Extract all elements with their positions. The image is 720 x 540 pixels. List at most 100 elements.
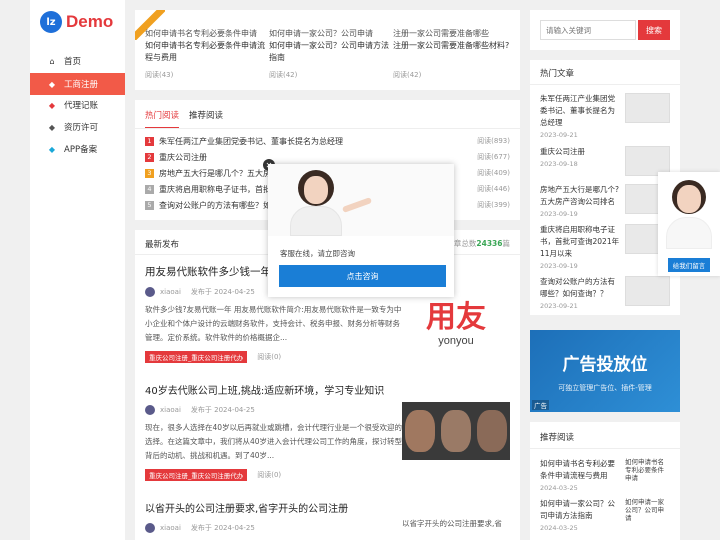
author[interactable]: xiaoai (160, 406, 181, 414)
hot-item[interactable]: 1 朱军任两江产业集团党委书记、董事长提名为总经理 阅读(893) (145, 133, 510, 149)
nav-item-bookkeeping[interactable]: ◆ 代理记账 (30, 94, 125, 116)
face-image (477, 410, 507, 452)
chat-popup: ✕ 客服在线，请立即咨询 点击咨询 (263, 159, 454, 297)
nav-item-app-filing[interactable]: ◆ APP备案 (30, 138, 125, 160)
site-logo[interactable]: lz Demo (40, 10, 113, 34)
rank-badge: 1 (145, 136, 154, 146)
search-button[interactable]: 搜索 (638, 20, 670, 40)
popular-item-thumb[interactable] (625, 93, 670, 123)
article-tag[interactable]: 重庆公司注册_重庆公司注册代办 (145, 469, 248, 481)
leave-message-button[interactable]: 给我们留言 (668, 258, 710, 272)
popular-item-title[interactable]: 查询对公账户的方法有哪些？如何查询？？ (540, 276, 620, 300)
card-title[interactable]: 如何申请一家公司？公司申请方法指南 (269, 40, 389, 64)
article-excerpt: 现在，很多人选择在40岁以后再就业或跳槽，会计代理行业是一个很受欢迎的选择。在这… (145, 423, 403, 460)
avatar (145, 405, 155, 415)
nav-label: 工商注册 (64, 80, 99, 90)
recommend-item-title[interactable]: 如何申请书名专利必要条件申请流程与费用 (540, 458, 620, 482)
search-panel: 搜索 (530, 10, 680, 50)
search-input[interactable] (540, 20, 636, 40)
article-item[interactable]: 以省开头的公司注册要求,省字开头的公司注册 xiaoai 发布于 2024-04-… (145, 500, 405, 533)
card-reads: 阅读(43) (145, 71, 174, 79)
author[interactable]: xiaoai (160, 288, 181, 296)
hot-item-reads: 阅读(399) (477, 201, 510, 209)
recommend-item-thumb[interactable]: 如何申请书名专利必要条件申请 (625, 458, 670, 484)
yonyou-logo-en: yonyou (438, 335, 474, 347)
article-title[interactable]: 以省开头的公司注册要求,省字开头的公司注册 (145, 500, 405, 515)
article-meta: xiaoai 发布于 2024-04-25 (145, 405, 405, 415)
article-thumbnail[interactable] (402, 402, 510, 460)
avatar (145, 287, 155, 297)
card[interactable]: 如何申请书名专利必要条件申请 如何申请书名专利必要条件申请流程与费用 阅读(43… (145, 28, 265, 80)
logo-text: Demo (66, 12, 114, 31)
article-count: 文章总数24336篇 (446, 238, 510, 249)
nav-label: 首页 (64, 57, 82, 67)
tag-icon: ◆ (48, 100, 56, 110)
popular-item[interactable]: 重庆公司注册 2023-09-18 (540, 146, 670, 176)
article-thumbnail[interactable]: 用友 yonyou (402, 292, 510, 356)
latest-title: 最新发布 (145, 240, 180, 250)
rank-badge: 3 (145, 168, 154, 178)
article-tag[interactable]: 重庆公司注册_重庆公司注册代办 (145, 351, 248, 363)
recommend-item[interactable]: 如何申请书名专利必要条件申请流程与费用 2024-03-25 如何申请书名专利必要条… (540, 458, 670, 492)
tag-icon: ◆ (48, 79, 56, 89)
hot-item-reads: 阅读(677) (477, 153, 510, 161)
sidebar: lz Demo ⌂ 首页 ◆ 工商注册 ◆ 代理记账 ◆ 资历许可 ◆ APP备案 (30, 0, 125, 540)
popular-item-title[interactable]: 房地产五大行是哪几个?五大房产咨询公司排名 (540, 184, 620, 208)
author[interactable]: xiaoai (160, 524, 181, 532)
popular-item-title[interactable]: 重庆公司注册 (540, 146, 620, 158)
article-reads: 阅读(0) (257, 353, 282, 361)
card-reads: 阅读(42) (393, 71, 422, 79)
avatar (145, 523, 155, 533)
article-reads: 阅读(0) (257, 471, 282, 479)
card-title[interactable]: 如何申请书名专利必要条件申请流程与费用 (145, 40, 265, 64)
tab-hot[interactable]: 热门阅读 (145, 109, 180, 129)
nav-label: 代理记账 (64, 101, 99, 111)
ad-banner[interactable]: 广告投放位 可独立管理广告位、插件-管理 广告 (530, 330, 680, 412)
card[interactable]: 注册一家公司需要准备哪些 注册一家公司需要准备哪些材料? 阅读(42) (393, 28, 513, 80)
popular-item-thumb[interactable] (625, 276, 670, 306)
popular-item[interactable]: 查询对公账户的方法有哪些？如何查询？？ 2023-09-21 (540, 276, 670, 310)
article-excerpt: 软件多少钱?友易代账一年 用友易代账软件简介:用友易代账软件是一致专为中小企业和… (145, 305, 402, 342)
publish-date: 发布于 2024-04-25 (190, 288, 255, 296)
article-thumbnail[interactable]: 以省字开头的公司注册要求,省 (402, 518, 510, 540)
nav-label: APP备案 (64, 145, 98, 155)
nav-item-license[interactable]: ◆ 资历许可 (30, 116, 125, 138)
nav-label: 资历许可 (64, 123, 99, 133)
card-cover: 注册一家公司需要准备哪些 (393, 29, 489, 38)
article-title[interactable]: 40岁去代账公司上班,挑战:适应新环境，学习专业知识 (145, 382, 405, 397)
card-cover: 如何申请一家公司？公司申请 (269, 29, 373, 38)
logo-badge: lz (40, 11, 62, 33)
nav-item-home[interactable]: ⌂ 首页 (30, 50, 125, 72)
count-unit: 篇 (502, 239, 511, 248)
recommend-item-thumb[interactable]: 如何申请一家公司？公司申请 (625, 498, 670, 524)
hot-item[interactable]: 2 重庆公司注册 阅读(677) (145, 149, 510, 165)
article-meta: xiaoai 发布于 2024-04-25 (145, 523, 405, 533)
hot-item-title[interactable]: 朱军任两江产业集团党委书记、董事长提名为总经理 (159, 136, 477, 147)
publish-date: 发布于 2024-04-25 (190, 524, 255, 532)
popular-item[interactable]: 房地产五大行是哪几个?五大房产咨询公司排名 2023-09-19 (540, 184, 670, 218)
popular-item[interactable]: 朱军任两江产业集团党委书记、董事长提名为总经理 2023-09-21 (540, 93, 670, 139)
ad-corner-label: 广告 (532, 400, 549, 410)
rank-badge: 2 (145, 152, 154, 162)
rank-badge: 4 (145, 184, 154, 194)
hot-item-title[interactable]: 重庆公司注册 (159, 152, 477, 163)
popular-item-title[interactable]: 重庆将启用职称电子证书，首批可查询2021年11月以来 (540, 224, 620, 260)
article-item[interactable]: 40岁去代账公司上班,挑战:适应新环境，学习专业知识 xiaoai 发布于 202… (145, 382, 405, 481)
consult-button[interactable]: 点击咨询 (279, 265, 446, 287)
hot-tabs: 热门阅读 推荐阅读 (145, 109, 233, 129)
face-image (405, 410, 435, 452)
agent-photo (268, 164, 454, 236)
popular-item-title[interactable]: 朱军任两江产业集团党委书记、董事长提名为总经理 (540, 93, 620, 129)
recommend-item-title[interactable]: 如何申请一家公司？公司申请方法指南 (540, 498, 620, 522)
nav-item-business-registration[interactable]: ◆ 工商注册 (30, 73, 125, 95)
recommend-panel: 推荐阅读 如何申请书名专利必要条件申请流程与费用 2024-03-25 如何申请书名… (530, 422, 680, 540)
rank-badge: 5 (145, 200, 154, 210)
popular-item[interactable]: 重庆将启用职称电子证书，首批可查询2021年11月以来 2023-09-19 (540, 224, 670, 270)
card-title[interactable]: 注册一家公司需要准备哪些材料? (393, 40, 513, 64)
card[interactable]: 如何申请一家公司？公司申请 如何申请一家公司？公司申请方法指南 阅读(42) (269, 28, 389, 80)
agent-body (666, 217, 712, 249)
agent-face (677, 185, 701, 213)
recommend-item[interactable]: 如何申请一家公司？公司申请方法指南 2024-03-25 如何申请一家公司？公司申请 (540, 498, 670, 532)
tab-recommend[interactable]: 推荐阅读 (189, 109, 223, 129)
popular-title: 热门文章 (540, 69, 575, 79)
